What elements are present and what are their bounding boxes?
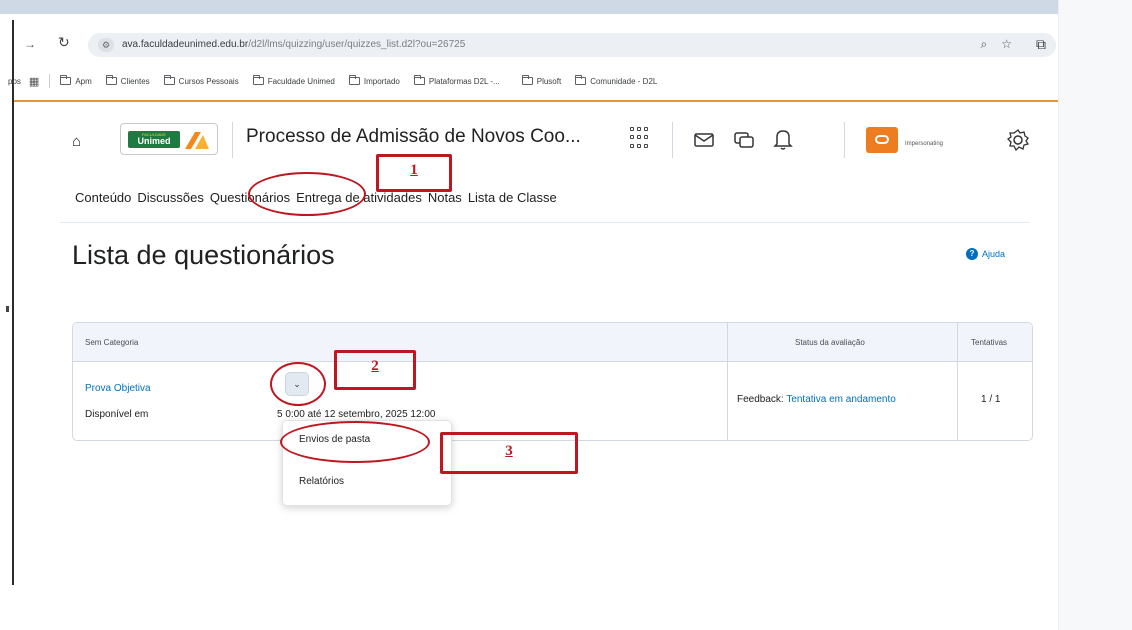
nav-item-notas[interactable]: Notas (428, 190, 462, 205)
nav-item-conteudo[interactable]: Conteúdo (75, 190, 131, 205)
annotation-box-3: 3 (440, 432, 578, 474)
bookmark-folder[interactable]: Importado (348, 75, 400, 86)
header-separator (844, 122, 845, 158)
chat-icon[interactable] (733, 129, 755, 151)
nav-item-lista-de-classe[interactable]: Lista de Classe (468, 190, 557, 205)
annotation-oval-envios (280, 421, 430, 463)
impersonating-icon[interactable] (866, 127, 898, 153)
address-bar[interactable]: ⚙ ava.faculdadeunimed.edu.br/d2l/lms/qui… (88, 33, 1056, 57)
attempts-count: 1 / 1 (981, 394, 1001, 405)
bookmark-folder[interactable]: Faculdade Unimed (252, 75, 335, 86)
logo-symbol-icon (185, 132, 209, 149)
home-icon[interactable]: ⌂ (72, 133, 81, 150)
window-top-edge (0, 0, 1132, 14)
help-link[interactable]: ? Ajuda (966, 248, 1005, 260)
header-separator (672, 122, 673, 158)
zoom-icon[interactable]: ⌕ (981, 37, 1002, 51)
bookmarks-bar: pps ▦ Apm Clientes Cursos Pessoais Facul… (8, 70, 1058, 92)
mail-icon[interactable] (694, 132, 714, 148)
star-icon[interactable]: ☆ (1001, 37, 1026, 51)
folder-icon (163, 75, 175, 85)
availability-label: Disponível em (85, 409, 149, 420)
window-right-margin (1058, 0, 1132, 630)
bookmark-separator (49, 74, 51, 88)
bookmark-folder[interactable]: Plusoft (521, 75, 561, 86)
bookmark-folder[interactable]: Apm (60, 75, 92, 86)
status-feedback: Feedback: Tentativa em andamento (737, 394, 896, 405)
folder-icon (413, 75, 425, 85)
browser-chrome: → ↻ ⚙ ava.faculdadeunimed.edu.br/d2l/lms… (8, 20, 1058, 102)
org-logo[interactable]: FACULDADE Unimed (120, 123, 218, 155)
annotation-box-1: 1 (376, 154, 452, 192)
bell-icon[interactable] (773, 128, 793, 150)
bookmark-folder[interactable]: Comunidade - D2L (575, 75, 657, 86)
feedback-link[interactable]: Tentativa em andamento (786, 394, 896, 405)
folder-icon (105, 75, 117, 85)
header-separator (232, 122, 233, 158)
forward-arrow-icon[interactable]: → (24, 37, 36, 51)
impersonating-label[interactable]: Impersonating (905, 141, 943, 147)
nav-item-discussoes[interactable]: Discussões (137, 190, 203, 205)
column-header-attempts: Tentativas (971, 338, 1008, 347)
window-left-border (12, 20, 14, 585)
help-icon: ? (966, 248, 978, 260)
folder-icon (252, 75, 264, 85)
course-title[interactable]: Processo de Admissão de Novos Coo... (246, 126, 581, 148)
menu-item-relatorios[interactable]: Relatórios (299, 476, 344, 487)
folder-icon (60, 75, 72, 85)
availability-dates: 5 0:00 até 12 setembro, 2025 12:00 (277, 409, 436, 420)
bookmark-apps[interactable]: pps (8, 77, 21, 86)
url-text[interactable]: ava.faculdadeunimed.edu.br/d2l/lms/quizz… (122, 39, 465, 50)
window-edge-mark (6, 306, 9, 312)
site-info-icon[interactable]: ⚙ (98, 38, 114, 52)
bookmark-folder[interactable]: Plataformas D2L -... (413, 75, 500, 86)
reload-icon[interactable]: ↻ (58, 34, 70, 51)
quiz-table: Sem Categoria Status da avaliação Tentat… (72, 322, 1033, 441)
apps-grid-icon[interactable]: ▦ (29, 75, 39, 88)
column-header-status: Status da avaliação (795, 338, 865, 347)
bookmark-folder[interactable]: Clientes (105, 75, 150, 86)
page-title: Lista de questionários (72, 240, 335, 270)
bookmark-folder[interactable]: Cursos Pessoais (163, 75, 239, 86)
annotation-box-2: 2 (334, 350, 416, 390)
annotation-oval-questionarios (248, 172, 366, 216)
column-divider (727, 323, 728, 440)
extensions-icon[interactable]: ⧉ (1036, 36, 1046, 53)
table-header: Sem Categoria Status da avaliação Tentat… (73, 323, 1032, 362)
nav-divider (60, 222, 1030, 223)
quiz-link[interactable]: Prova Objetiva (85, 383, 151, 394)
zoom-and-bookmark-icons[interactable]: ⌕☆ (981, 37, 1027, 52)
annotation-oval-actions (270, 362, 326, 406)
folder-icon (575, 75, 587, 85)
logo-badge: FACULDADE Unimed (128, 131, 180, 148)
folder-icon (348, 75, 360, 85)
course-selector-icon[interactable] (630, 127, 652, 149)
column-header-category: Sem Categoria (85, 338, 139, 347)
folder-icon (521, 75, 533, 85)
gear-icon[interactable] (1006, 128, 1030, 152)
column-divider (957, 323, 958, 440)
